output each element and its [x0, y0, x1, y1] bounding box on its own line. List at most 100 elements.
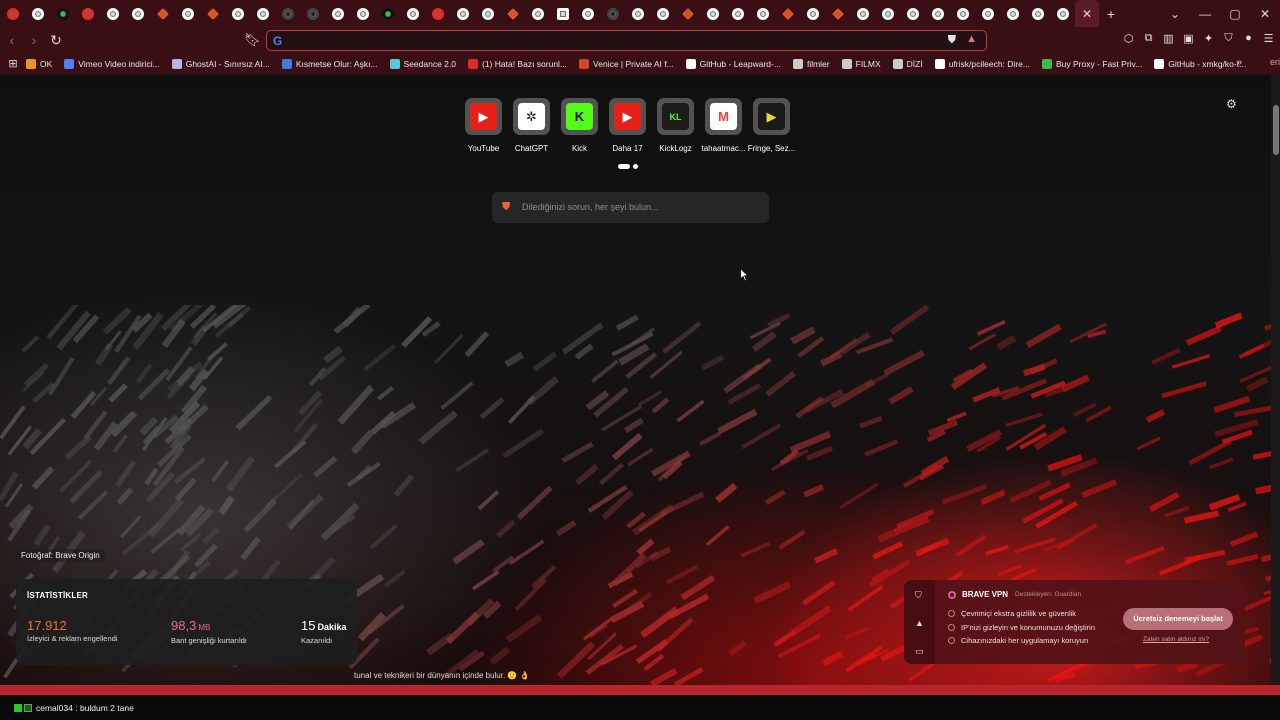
- vpn-widget-tab-icon[interactable]: ⛉: [915, 590, 922, 601]
- browser-tab[interactable]: [450, 0, 475, 27]
- browser-tab[interactable]: [1000, 0, 1025, 27]
- bookmark-item[interactable]: GitHub - Leapward-...: [685, 58, 781, 69]
- browser-tab[interactable]: [650, 0, 675, 27]
- browser-tab[interactable]: [1025, 0, 1050, 27]
- top-site[interactable]: KL KickLogz: [657, 98, 694, 153]
- tab-search-dropdown-icon[interactable]: ⌄: [1160, 7, 1190, 21]
- browser-tab[interactable]: [675, 0, 700, 27]
- bookmark-item[interactable]: filmler: [792, 58, 830, 69]
- apps-icon[interactable]: ⊞: [0, 57, 26, 70]
- bookmark-item[interactable]: DİZİ: [892, 58, 923, 69]
- profile-icon[interactable]: ●: [1241, 32, 1256, 47]
- browser-tab[interactable]: [50, 0, 75, 27]
- browser-tab[interactable]: [200, 0, 225, 27]
- browser-tab[interactable]: [325, 0, 350, 27]
- browser-tab[interactable]: [400, 0, 425, 27]
- top-site-tile[interactable]: M: [705, 98, 742, 135]
- top-site-tile[interactable]: K: [561, 98, 598, 135]
- browser-tab[interactable]: [300, 0, 325, 27]
- vpn-icon[interactable]: ⬡: [1121, 32, 1136, 47]
- browser-tab[interactable]: [600, 0, 625, 27]
- browser-tab[interactable]: [950, 0, 975, 27]
- browser-tab[interactable]: [150, 0, 175, 27]
- bookmark-item[interactable]: GhostAI - Sınırsız AI...: [171, 58, 270, 69]
- browser-tab[interactable]: [900, 0, 925, 27]
- bookmark-item[interactable]: FILMX: [841, 58, 881, 69]
- bookmark-item[interactable]: Venice | Private AI f...: [579, 58, 674, 69]
- vpn-start-trial-button[interactable]: Ücretsiz denemeyi başlat: [1123, 608, 1233, 630]
- bookmark-item[interactable]: Seedance 2.0: [389, 58, 456, 69]
- top-site-tile[interactable]: ▶: [465, 98, 502, 135]
- browser-tab[interactable]: [800, 0, 825, 27]
- browser-tab[interactable]: [375, 0, 400, 27]
- top-site-tile[interactable]: ▶: [609, 98, 646, 135]
- bookmark-item[interactable]: OK: [26, 58, 52, 69]
- bookmark-page-icon[interactable]: 🔖︎: [244, 32, 261, 48]
- bookmark-item[interactable]: GitHub - xmkg/ko-t...: [1154, 58, 1246, 69]
- close-tab-icon[interactable]: ✕: [1082, 7, 1092, 21]
- cards-widget-tab-icon[interactable]: ▭: [915, 646, 924, 657]
- top-site[interactable]: ✲ ChatGPT: [513, 98, 550, 153]
- sidebar-icon[interactable]: ▥: [1161, 32, 1176, 47]
- menu-icon[interactable]: ☰: [1261, 32, 1276, 47]
- top-site[interactable]: ▶ Daha 17: [609, 98, 646, 153]
- extensions-icon[interactable]: ⧉: [1141, 32, 1156, 47]
- pager-dot-active[interactable]: [618, 164, 630, 169]
- browser-tab[interactable]: [0, 0, 25, 27]
- minimize-button[interactable]: —: [1190, 7, 1220, 21]
- browser-tab[interactable]: [475, 0, 500, 27]
- browser-tab[interactable]: [100, 0, 125, 27]
- top-site[interactable]: K Kick: [561, 98, 598, 153]
- browser-tab[interactable]: [825, 0, 850, 27]
- brave-rewards-icon[interactable]: ▲: [966, 33, 977, 45]
- browser-tab[interactable]: [500, 0, 525, 27]
- bookmark-item[interactable]: Buy Proxy - Fast Priv...: [1041, 58, 1142, 69]
- browser-tab[interactable]: [750, 0, 775, 27]
- back-button[interactable]: ‹: [2, 32, 22, 48]
- browser-tab[interactable]: [700, 0, 725, 27]
- address-input[interactable]: [291, 33, 931, 48]
- browser-tab[interactable]: [425, 0, 450, 27]
- brave-shields-icon[interactable]: ⛊: [948, 34, 956, 47]
- browser-tab[interactable]: [875, 0, 900, 27]
- vpn-shield-icon[interactable]: ⛉: [1221, 32, 1236, 47]
- rewards-widget-tab-icon[interactable]: ▲: [915, 618, 924, 628]
- maximize-button[interactable]: ▢: [1220, 7, 1250, 21]
- scrollbar-thumb[interactable]: [1273, 105, 1279, 155]
- bookmark-item[interactable]: Vimeo Video indirici...: [64, 58, 160, 69]
- browser-tab[interactable]: [925, 0, 950, 27]
- browser-tab[interactable]: [275, 0, 300, 27]
- top-site[interactable]: ▶ YouTube: [465, 98, 502, 153]
- bookmark-item[interactable]: ufrisk/pcileech: Dire...: [934, 58, 1030, 69]
- close-window-button[interactable]: ✕: [1250, 7, 1280, 21]
- bookmark-item[interactable]: (1) Hata! Bazı sorunl...: [468, 58, 567, 69]
- ntp-search-box[interactable]: ⛊: [492, 192, 769, 223]
- browser-tab[interactable]: [850, 0, 875, 27]
- browser-tab[interactable]: [575, 0, 600, 27]
- browser-tab[interactable]: [75, 0, 100, 27]
- pager-dot[interactable]: [633, 164, 638, 169]
- browser-tab[interactable]: [25, 0, 50, 27]
- browser-tab[interactable]: [175, 0, 200, 27]
- leo-ai-icon[interactable]: ✦: [1201, 32, 1216, 47]
- wallet-icon[interactable]: ▣: [1181, 32, 1196, 47]
- browser-tab[interactable]: [250, 0, 275, 27]
- browser-tab[interactable]: [775, 0, 800, 27]
- top-site-tile[interactable]: KL: [657, 98, 694, 135]
- browser-tab[interactable]: [725, 0, 750, 27]
- bookmark-item[interactable]: Kısmetse Olur: Aşkı...: [281, 58, 378, 69]
- browser-tab[interactable]: [225, 0, 250, 27]
- address-bar[interactable]: G ⛊ ▲: [266, 30, 987, 51]
- top-site[interactable]: Mtahaatmac...: [701, 98, 746, 153]
- browser-tab[interactable]: [350, 0, 375, 27]
- browser-tab-active[interactable]: ✕: [1075, 0, 1099, 27]
- top-site-tile[interactable]: ✲: [513, 98, 550, 135]
- forward-button[interactable]: ›: [24, 32, 44, 48]
- top-site-tile[interactable]: ▶: [753, 98, 790, 135]
- ntp-search-input[interactable]: [522, 200, 757, 214]
- browser-tab[interactable]: [625, 0, 650, 27]
- browser-tab[interactable]: [1050, 0, 1075, 27]
- new-tab-button[interactable]: +: [1099, 6, 1123, 22]
- scrollbar[interactable]: [1271, 75, 1280, 685]
- ntp-settings-icon[interactable]: ⚙: [1226, 97, 1237, 111]
